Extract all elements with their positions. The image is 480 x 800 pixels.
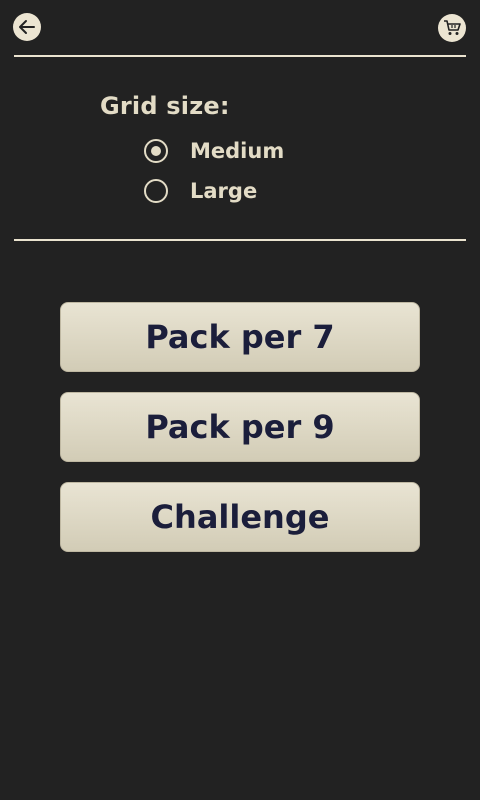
grid-size-label: Grid size: <box>100 92 230 120</box>
challenge-button[interactable]: Challenge <box>60 482 420 552</box>
screen: Grid size: Medium Large Pack per 7 Pack … <box>0 0 480 800</box>
arrow-left-icon <box>19 20 35 34</box>
radio-selected-dot <box>151 146 161 156</box>
radio-medium-label[interactable]: Medium <box>190 139 284 163</box>
radio-medium[interactable]: Medium <box>144 135 284 167</box>
radio-large-label[interactable]: Large <box>190 179 257 203</box>
middle-divider <box>14 239 466 241</box>
pack-per-9-button[interactable]: Pack per 9 <box>60 392 420 462</box>
radio-medium-circle[interactable] <box>144 139 168 163</box>
cart-button[interactable] <box>438 14 466 42</box>
top-divider <box>14 55 466 57</box>
radio-large[interactable]: Large <box>144 175 257 207</box>
radio-large-circle[interactable] <box>144 179 168 203</box>
shopping-cart-icon <box>444 20 461 35</box>
pack-per-7-button[interactable]: Pack per 7 <box>60 302 420 372</box>
back-button[interactable] <box>13 13 41 41</box>
